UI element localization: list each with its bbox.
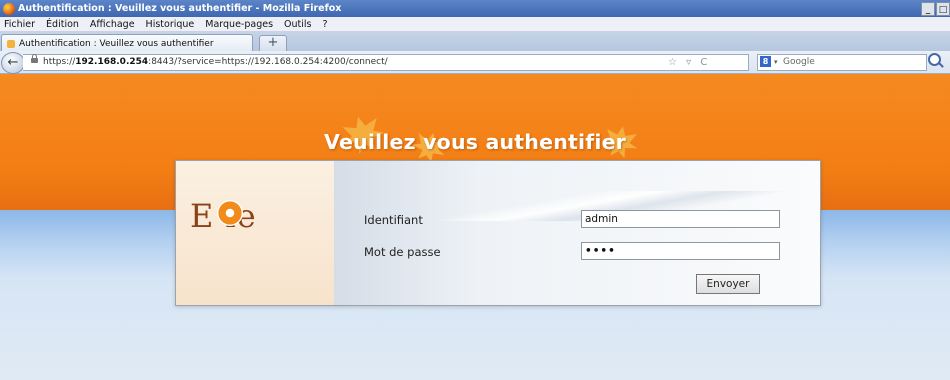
favicon-icon [7, 39, 15, 48]
page-content: Veuillez vous authentifier E le Identifi… [0, 74, 950, 380]
maximize-button[interactable]: □ [936, 1, 950, 16]
submit-button[interactable]: Envoyer [696, 274, 760, 294]
url-text: https://192.168.0.254:8443/?service=http… [43, 57, 388, 67]
menu-fichier[interactable]: Fichier [4, 19, 35, 30]
login-panel: E le Identifiant admin Mot de passe ••••… [175, 160, 821, 306]
logo-area: E le [176, 161, 334, 305]
tab-authentification[interactable]: Authentification : Veuillez vous authent… [1, 34, 253, 52]
back-button[interactable]: ← [1, 52, 25, 74]
url-bar[interactable]: https://192.168.0.254:8443/?service=http… [23, 54, 749, 71]
navigation-bar: ← https://192.168.0.254:8443/?service=ht… [0, 51, 950, 74]
search-icon[interactable] [928, 53, 941, 66]
menu-marque-pages[interactable]: Marque-pages [205, 19, 273, 30]
username-field[interactable]: admin [581, 210, 780, 228]
window-title: Authentification : Veuillez vous authent… [18, 3, 342, 14]
username-label: Identifiant [364, 213, 423, 227]
search-placeholder: Google [783, 57, 815, 67]
minimize-button[interactable]: _ [921, 1, 935, 16]
window-titlebar: Authentification : Veuillez vous authent… [0, 0, 950, 17]
menu-edition[interactable]: Édition [46, 19, 79, 30]
menu-help[interactable]: ? [322, 19, 327, 30]
firefox-icon [3, 2, 15, 15]
search-input[interactable]: 8 ▾ Google [757, 54, 927, 71]
new-tab-button[interactable]: + [259, 35, 287, 52]
search-engine-caret-icon[interactable]: ▾ [774, 55, 778, 70]
page-title: Veuillez vous authentifier [324, 130, 626, 154]
tab-strip: Authentification : Veuillez vous authent… [0, 31, 950, 52]
sun-logo-icon [217, 200, 243, 226]
url-actions[interactable]: ☆ ▿ C [668, 55, 710, 70]
menu-affichage[interactable]: Affichage [90, 19, 135, 30]
search-engine-icon[interactable]: 8 [760, 56, 771, 67]
tab-label: Authentification : Veuillez vous authent… [19, 38, 214, 49]
menubar: Fichier Édition Affichage Historique Mar… [0, 17, 950, 32]
lock-icon [31, 54, 38, 63]
menu-historique[interactable]: Historique [146, 19, 195, 30]
password-label: Mot de passe [364, 245, 441, 259]
menu-outils[interactable]: Outils [284, 19, 311, 30]
password-field[interactable]: •••• [581, 242, 780, 260]
